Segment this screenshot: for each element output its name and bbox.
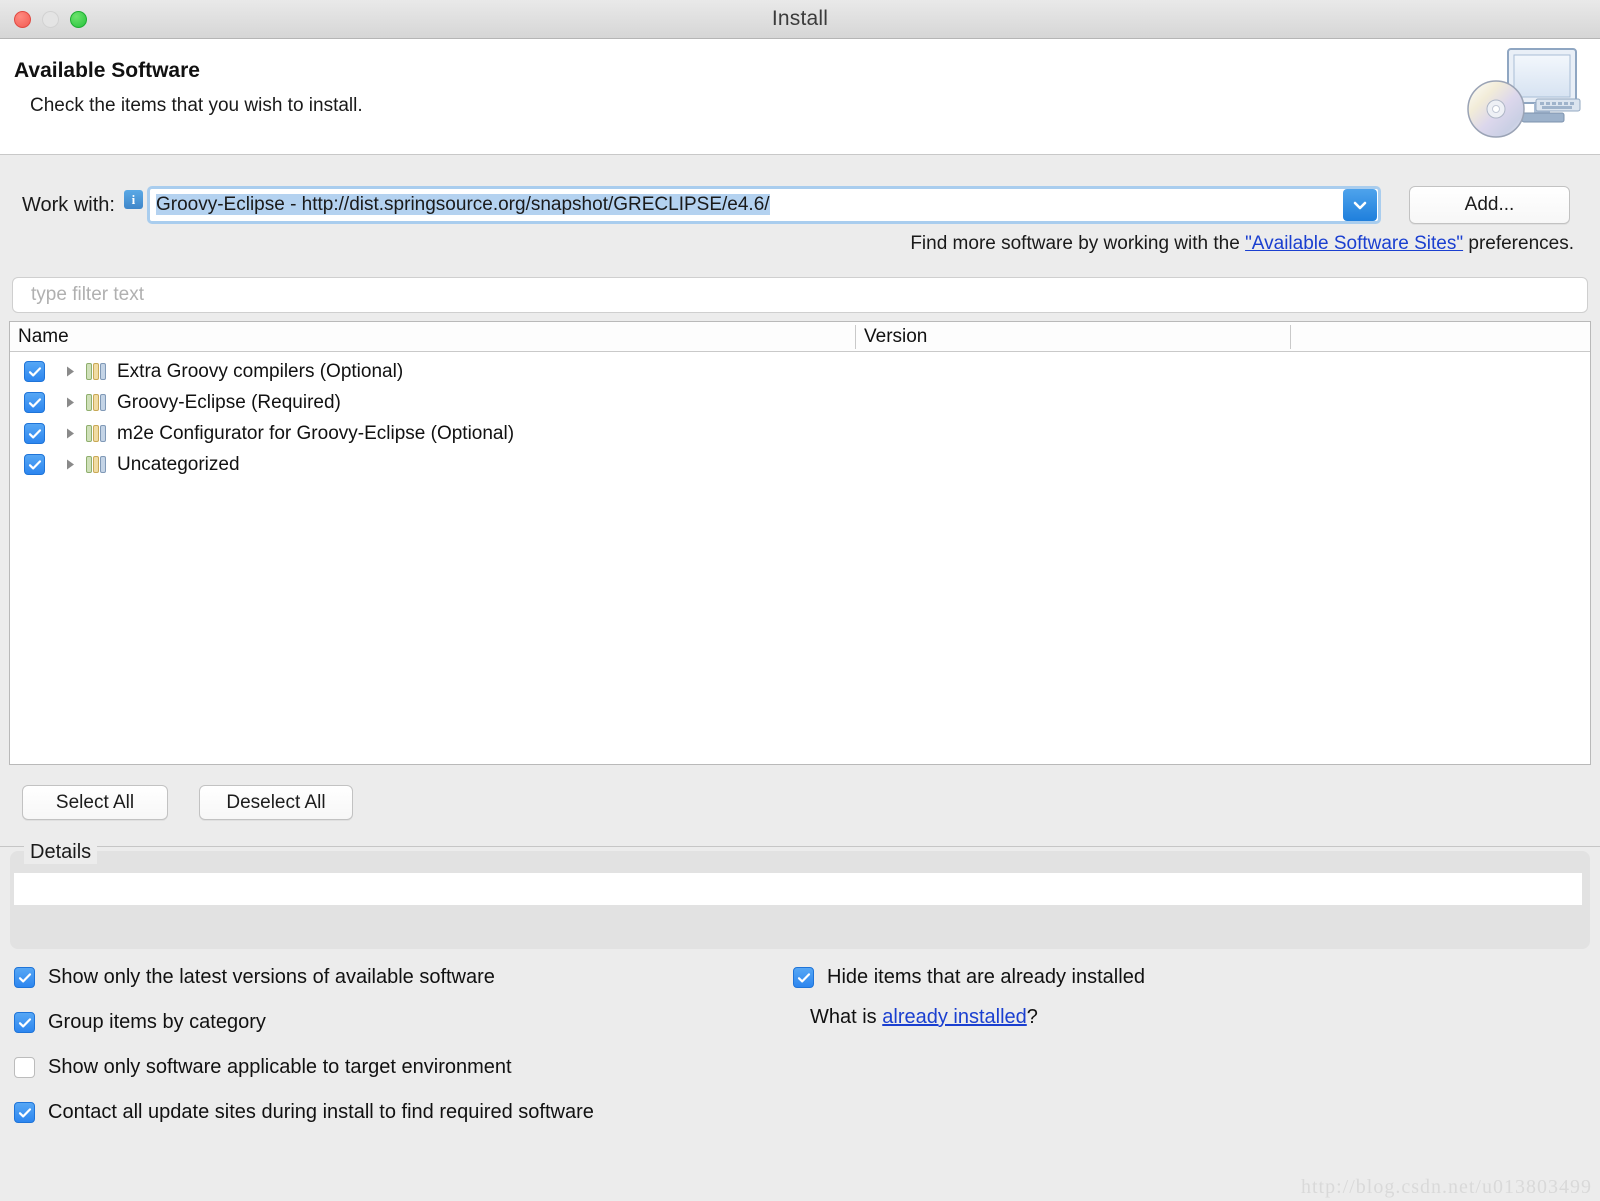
dialog-body: Work with: i Groovy-Eclipse - http://dis… <box>0 155 1600 1201</box>
table-row-label: Extra Groovy compilers (Optional) <box>117 360 404 382</box>
column-header-name[interactable]: Name <box>18 326 69 348</box>
tree-rows: Extra Groovy compilers (Optional) Groovy… <box>10 352 1590 480</box>
watermark: http://blog.csdn.net/u013803499 <box>1301 1176 1592 1198</box>
option-applicable-target-env[interactable]: Show only software applicable to target … <box>14 1045 594 1090</box>
option-checkbox[interactable] <box>14 1102 35 1123</box>
already-installed-link[interactable]: already installed <box>882 1006 1027 1028</box>
table-row[interactable]: Uncategorized <box>10 449 1590 480</box>
option-label: Show only the latest versions of availab… <box>48 966 495 988</box>
chevron-down-icon[interactable] <box>1342 189 1377 221</box>
find-more-software-text: Find more software by working with the "… <box>910 233 1574 255</box>
install-computer-disc-icon <box>1458 43 1588 151</box>
table-row-label: Uncategorized <box>117 453 240 475</box>
table-row[interactable]: Groovy-Eclipse (Required) <box>10 387 1590 418</box>
column-divider[interactable] <box>1290 325 1291 349</box>
zoom-button[interactable] <box>70 11 87 28</box>
work-with-combo[interactable]: Groovy-Eclipse - http://dist.springsourc… <box>146 186 1381 224</box>
option-checkbox[interactable] <box>14 1012 35 1033</box>
expand-arrow-icon[interactable] <box>64 365 77 378</box>
add-site-button[interactable]: Add... <box>1408 186 1570 224</box>
option-label: Show only software applicable to target … <box>48 1056 512 1078</box>
work-with-value-text: Groovy-Eclipse - http://dist.springsourc… <box>155 194 770 215</box>
what-is-suffix: ? <box>1026 1006 1038 1028</box>
row-checkbox[interactable] <box>24 392 45 413</box>
option-checkbox[interactable] <box>14 1057 35 1078</box>
selection-buttons: Select All Deselect All <box>22 785 353 820</box>
column-divider[interactable] <box>855 325 856 349</box>
install-dialog-window: Install Available Software Check the ite… <box>0 0 1600 1201</box>
row-checkbox[interactable] <box>24 361 45 382</box>
work-with-row: Work with: i Groovy-Eclipse - http://dis… <box>0 185 1600 225</box>
find-more-prefix: Find more software by working with the <box>910 233 1246 254</box>
page-banner: Available Software Check the items that … <box>0 39 1600 155</box>
expand-arrow-icon[interactable] <box>64 396 77 409</box>
option-label: Group items by category <box>48 1011 266 1033</box>
option-label: Hide items that are already installed <box>827 966 1145 988</box>
work-with-value[interactable]: Groovy-Eclipse - http://dist.springsourc… <box>150 194 1343 216</box>
option-contact-update-sites[interactable]: Contact all update sites during install … <box>14 1090 594 1135</box>
option-label: Contact all update sites during install … <box>48 1101 594 1123</box>
table-row-label: Groovy-Eclipse (Required) <box>117 391 341 413</box>
work-with-label: Work with: <box>22 193 115 216</box>
options-left-column: Show only the latest versions of availab… <box>14 955 594 1135</box>
category-icon <box>86 456 108 473</box>
table-row-label: m2e Configurator for Groovy-Eclipse (Opt… <box>117 422 515 444</box>
info-icon: i <box>123 189 143 209</box>
filter-input[interactable] <box>12 277 1588 313</box>
title-bar: Install <box>0 0 1600 39</box>
option-group-by-category[interactable]: Group items by category <box>14 1000 594 1045</box>
deselect-all-button[interactable]: Deselect All <box>199 785 353 820</box>
details-separator <box>0 846 1600 847</box>
window-title: Install <box>771 7 829 30</box>
row-checkbox[interactable] <box>24 454 45 475</box>
select-all-button[interactable]: Select All <box>22 785 168 820</box>
what-is-prefix: What is <box>810 1006 883 1028</box>
tree-column-header: Name Version <box>10 322 1590 352</box>
table-row[interactable]: Extra Groovy compilers (Optional) <box>10 356 1590 387</box>
option-checkbox[interactable] <box>793 967 814 988</box>
column-header-version[interactable]: Version <box>864 326 927 348</box>
row-checkbox[interactable] <box>24 423 45 444</box>
table-row[interactable]: m2e Configurator for Groovy-Eclipse (Opt… <box>10 418 1590 449</box>
window-controls <box>14 11 87 28</box>
find-more-suffix: preferences. <box>1463 233 1574 254</box>
expand-arrow-icon[interactable] <box>64 458 77 471</box>
category-icon <box>86 394 108 411</box>
what-is-already-installed: What is already installed? <box>810 1006 1145 1029</box>
category-icon <box>86 425 108 442</box>
page-title: Available Software <box>14 59 200 82</box>
option-hide-already-installed[interactable]: Hide items that are already installed <box>793 955 1145 1000</box>
category-icon <box>86 363 108 380</box>
available-software-tree[interactable]: Name Version Extra Groovy compilers (Opt… <box>9 321 1591 765</box>
option-show-latest-versions[interactable]: Show only the latest versions of availab… <box>14 955 594 1000</box>
details-label: Details <box>24 841 98 864</box>
options-right-column: Hide items that are already installed Wh… <box>793 955 1145 1029</box>
minimize-button[interactable] <box>42 11 59 28</box>
page-subtitle: Check the items that you wish to install… <box>30 95 363 116</box>
option-checkbox[interactable] <box>14 967 35 988</box>
details-field[interactable] <box>14 873 1582 905</box>
expand-arrow-icon[interactable] <box>64 427 77 440</box>
close-button[interactable] <box>14 11 31 28</box>
available-software-sites-link[interactable]: "Available Software Sites" <box>1245 233 1463 254</box>
